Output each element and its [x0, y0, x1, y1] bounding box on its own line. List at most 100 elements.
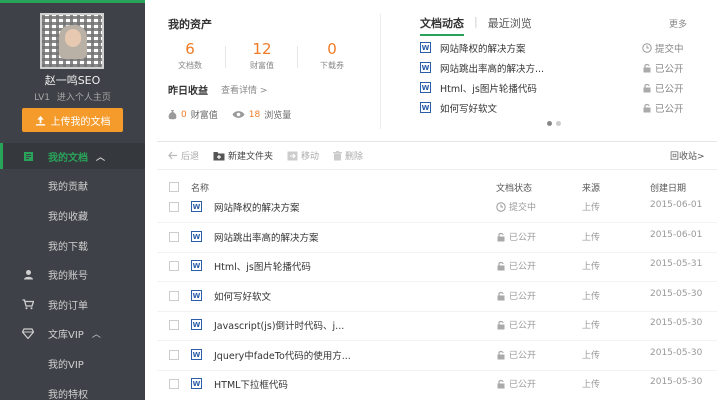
doc-name[interactable]: 网站降权的解决方案: [214, 200, 300, 214]
sidebar-item-my-contribution[interactable]: 我的贡献: [0, 172, 145, 198]
tab-recently-viewed[interactable]: 最近浏览: [488, 15, 532, 36]
recent-doc-status-text: 已公开: [655, 64, 684, 75]
carousel-dot-active[interactable]: [547, 121, 552, 126]
move-button[interactable]: 移动: [287, 149, 319, 162]
table-row[interactable]: W Jquery中fadeTo代码的使用方... 已公开 上传 2015-05-…: [145, 341, 720, 371]
username[interactable]: 赵一鸣SEO: [0, 72, 145, 88]
doc-status: 已公开: [496, 259, 536, 272]
sidebar-item-label: 我的收藏: [48, 211, 88, 223]
row-checkbox[interactable]: [169, 379, 179, 389]
unlock-icon: [497, 379, 505, 388]
doc-date: 2015-06-01: [650, 200, 703, 210]
unlock-icon: [497, 350, 505, 359]
view-details-link[interactable]: 查看详情 >: [221, 83, 267, 96]
doc-date: 2015-05-30: [650, 377, 703, 387]
avatar[interactable]: [40, 13, 104, 69]
assets-title: 我的资产: [168, 18, 212, 31]
doc-name[interactable]: 网站跳出率高的解决方案: [214, 230, 319, 244]
word-doc-icon: W: [420, 42, 431, 53]
clock-icon: [642, 43, 652, 53]
doc-name[interactable]: Html、js图片轮播代码: [214, 259, 311, 273]
table-row[interactable]: W 网站降权的解决方案 提交中 上传 2015-06-01: [145, 193, 720, 223]
doc-name[interactable]: 如何写好软文: [214, 289, 271, 303]
doc-name[interactable]: HTML下拉框代码: [214, 377, 288, 391]
sidebar-item-label: 我的特权: [48, 389, 88, 400]
back-button[interactable]: 后退: [168, 149, 199, 162]
level-badge: LV1: [34, 93, 51, 103]
stat-documents[interactable]: 6 文档数: [155, 40, 225, 71]
stat-label: 文档数: [178, 61, 202, 70]
select-all-checkbox[interactable]: [169, 182, 179, 192]
unlock-icon: [643, 83, 651, 93]
doc-name[interactable]: Jquery中fadeTo代码的使用方...: [214, 348, 351, 362]
row-checkbox[interactable]: [169, 202, 179, 212]
word-doc-icon: W: [191, 349, 202, 360]
doc-status-text: 已公开: [509, 262, 537, 272]
new-folder-button[interactable]: 新建文件夹: [213, 149, 273, 162]
section-divider: [380, 14, 381, 129]
personal-home-link[interactable]: 进入个人主页: [57, 93, 111, 103]
word-doc-icon: W: [420, 62, 431, 73]
recent-doc-item[interactable]: W Html、js图片轮播代码 已公开: [420, 80, 690, 98]
doc-source: 上传: [582, 321, 601, 331]
clock-icon: [496, 201, 506, 212]
sidebar-item-my-account[interactable]: 我的账号: [0, 261, 145, 287]
trash-icon: [333, 150, 343, 160]
views-value: 18: [248, 109, 261, 120]
sidebar-item-vip[interactable]: 文库VIP ︿: [0, 320, 145, 346]
unlock-icon: [497, 232, 505, 241]
sidebar-item-my-favorites[interactable]: 我的收藏: [0, 202, 145, 228]
doc-status-text: 已公开: [509, 380, 537, 390]
delete-button[interactable]: 删除: [333, 149, 363, 162]
sidebar-item-my-vip[interactable]: 我的VIP: [0, 350, 145, 376]
wealth-earned-label: 财富值: [190, 111, 218, 121]
doc-status-text: 已公开: [509, 351, 537, 361]
doc-status-text: 提交中: [509, 203, 537, 213]
stat-download-coupons[interactable]: 0 下载券: [297, 40, 367, 71]
sidebar-item-my-downloads[interactable]: 我的下载: [0, 232, 145, 258]
sidebar-item-my-documents[interactable]: 我的文档 ︿: [0, 143, 145, 169]
sidebar-item-my-orders[interactable]: 我的订单: [0, 291, 145, 317]
row-checkbox[interactable]: [169, 350, 179, 360]
sidebar-item-label: 我的账号: [48, 270, 88, 282]
carousel-dot[interactable]: [556, 121, 561, 126]
unlock-icon: [643, 63, 651, 73]
unlock-icon: [497, 291, 505, 300]
recent-doc-status: 已公开: [642, 101, 684, 115]
yesterday-earnings-title: 昨日收益: [168, 86, 208, 97]
avatar-face: [59, 25, 87, 59]
row-checkbox[interactable]: [169, 261, 179, 271]
upload-icon: [35, 115, 45, 126]
doc-source: 上传: [582, 292, 601, 302]
doc-status: 已公开: [496, 348, 536, 361]
upload-document-button[interactable]: 上传我的文档: [22, 108, 123, 132]
table-row[interactable]: W HTML下拉框代码 已公开 上传 2015-05-30: [145, 370, 720, 400]
recent-doc-status: 已公开: [642, 61, 684, 75]
row-checkbox[interactable]: [169, 291, 179, 301]
table-row[interactable]: W 如何写好软文 已公开 上传 2015-05-30: [145, 282, 720, 312]
table-row[interactable]: W Javascript(js)倒计时代码、j... 已公开 上传 2015-0…: [145, 311, 720, 341]
table-row[interactable]: W 网站跳出率高的解决方案 已公开 上传 2015-06-01: [145, 223, 720, 253]
sidebar-accent-line: [0, 0, 145, 3]
tab-document-activity[interactable]: 文档动态: [420, 15, 464, 36]
delete-label: 删除: [345, 152, 364, 162]
recent-doc-item[interactable]: W 如何写好软文 已公开: [420, 100, 690, 118]
sidebar-item-my-privileges[interactable]: 我的特权: [0, 380, 145, 400]
recent-doc-title: 网站跳出率高的解决方...: [440, 64, 545, 75]
recycle-bin-link[interactable]: 回收站>: [670, 149, 705, 162]
back-label: 后退: [181, 152, 200, 162]
recent-doc-status: 已公开: [642, 81, 684, 95]
doc-date: 2015-05-30: [650, 318, 703, 328]
doc-source: 上传: [582, 203, 601, 213]
stat-wealth[interactable]: 12 财富值: [227, 40, 297, 71]
table-row[interactable]: W Html、js图片轮播代码 已公开 上传 2015-05-31: [145, 252, 720, 282]
recent-doc-item[interactable]: W 网站跳出率高的解决方... 已公开: [420, 60, 690, 78]
doc-name[interactable]: Javascript(js)倒计时代码、j...: [214, 318, 344, 332]
more-link[interactable]: 更多: [669, 17, 687, 30]
recent-doc-item[interactable]: W 网站降权的解决方案 提交中: [420, 40, 690, 58]
row-checkbox[interactable]: [169, 232, 179, 242]
row-checkbox[interactable]: [169, 320, 179, 330]
back-arrow-icon: [168, 151, 177, 160]
word-doc-icon: W: [191, 231, 202, 242]
recent-doc-title: Html、js图片轮播代码: [440, 84, 537, 95]
